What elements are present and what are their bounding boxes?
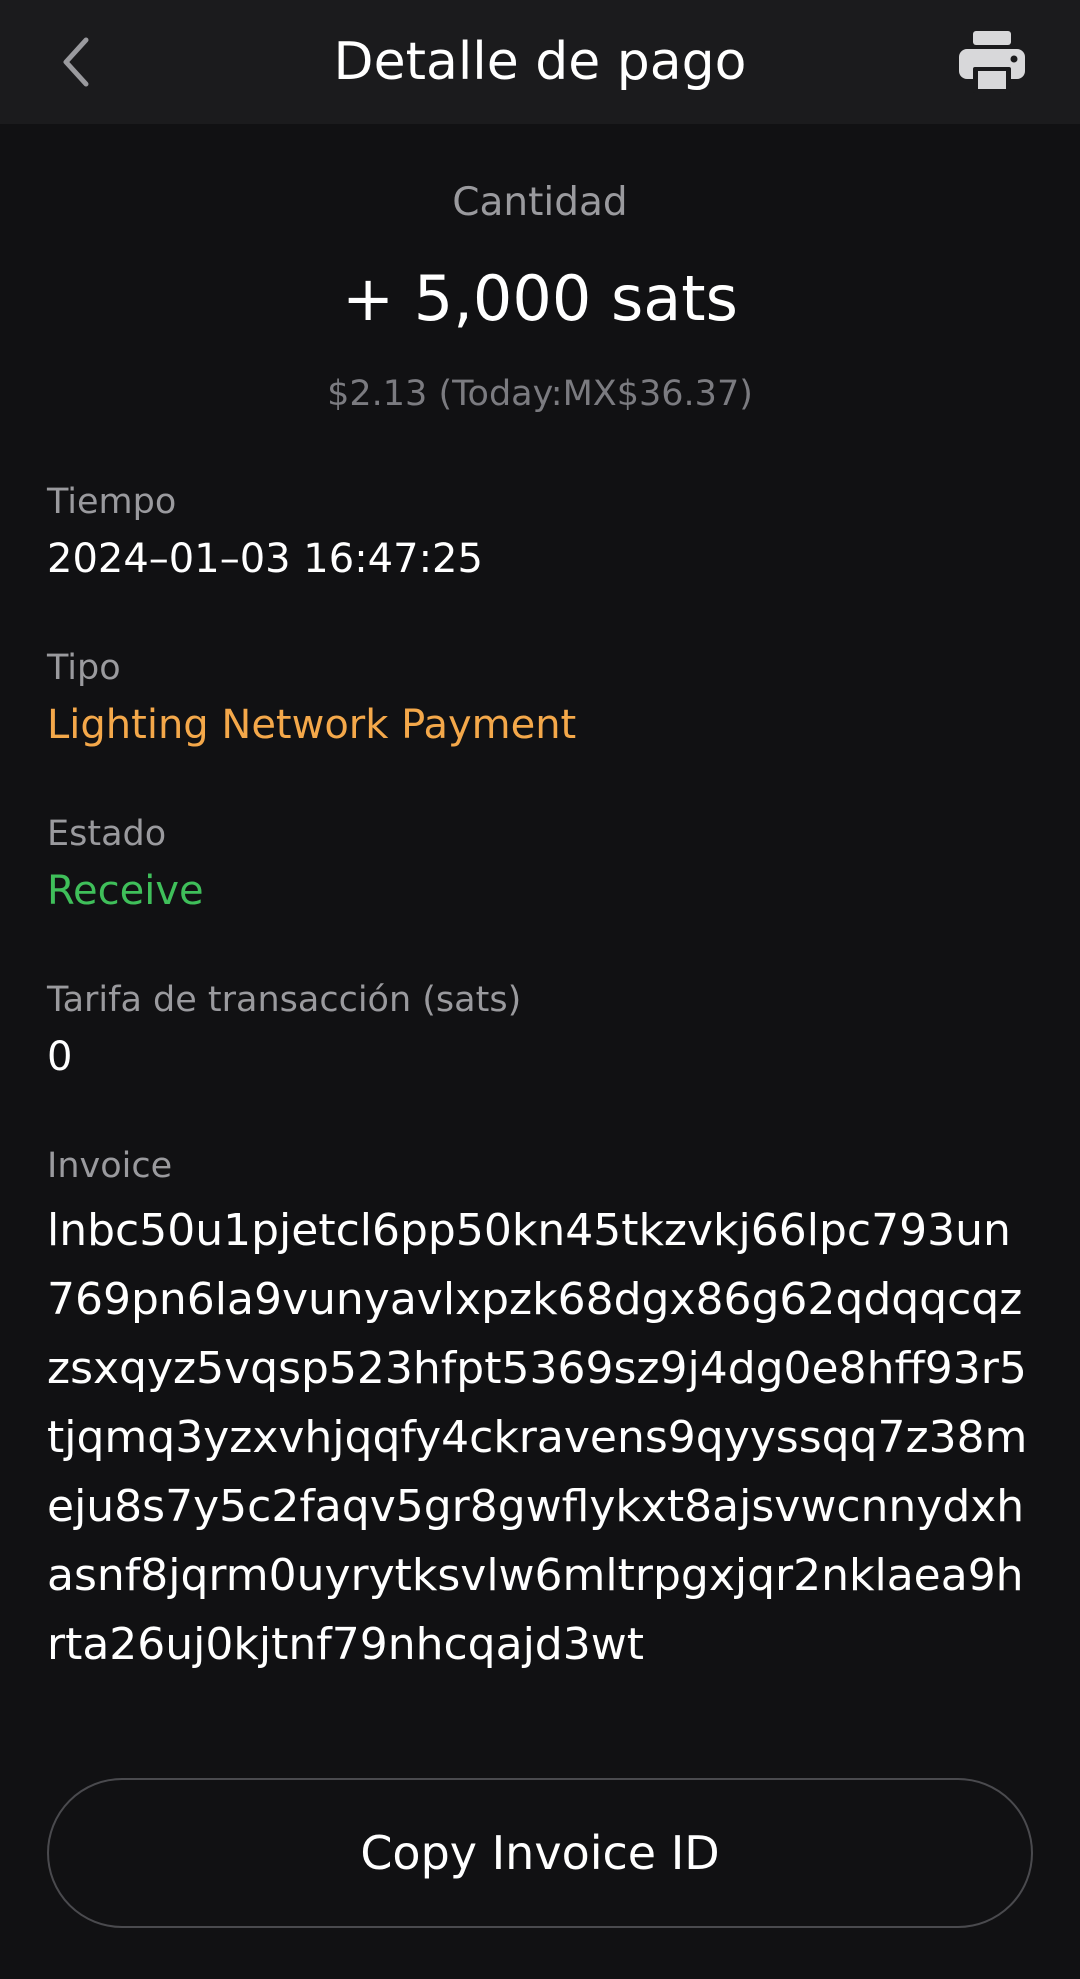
status-value: Receive [47,868,204,914]
fee-label: Tarifa de transacción (sats) [47,980,522,1020]
invoice-label: Invoice [47,1146,173,1186]
time-label: Tiempo [47,482,177,522]
status-label: Estado [47,814,167,854]
printer-icon [959,31,1025,93]
invoice-value: lnbc50u1pjetcl6pp50kn45tkzvkj66lpc793un7… [47,1205,1028,1670]
fee-value: 0 [47,1034,73,1080]
type-label: Tipo [47,648,121,688]
top-bar: Detalle de pago [0,0,1080,124]
amount-value: + 5,000 sats [342,262,738,335]
page-title: Detalle de pago [333,32,747,92]
type-value: Lighting Network Payment [47,702,577,748]
time-value: 2024–01–03 16:47:25 [47,536,483,582]
amount-fiat-value: $2.13 (Today:MX$36.37) [327,374,753,414]
print-button[interactable] [948,22,1036,102]
amount-label: Cantidad [452,180,628,225]
copy-invoice-button[interactable]: Copy Invoice ID [47,1778,1033,1928]
